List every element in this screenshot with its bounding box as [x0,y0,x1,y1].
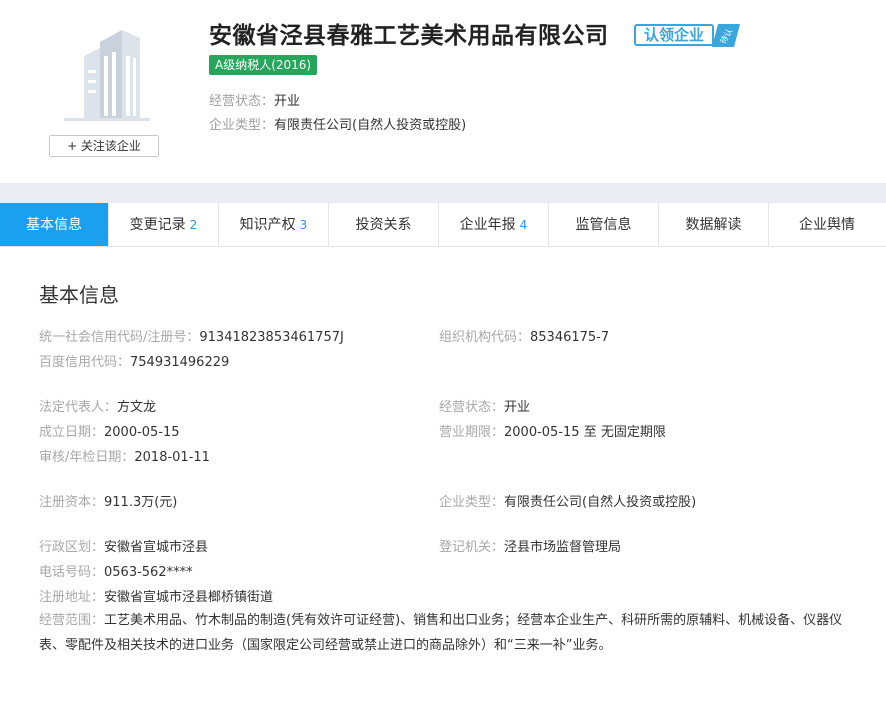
tab-count: 3 [299,218,308,232]
field-biz-status: 经营状态：开业 [439,400,531,415]
company-header: + 关注该企业 安徽省泾县春雅工艺美术用品有限公司 认领企业 待认 A级纳税人(… [0,0,886,183]
separator-band [0,183,886,203]
header-status-label: 经营状态： [209,94,275,109]
field-authority: 登记机关：泾县市场监督管理局 [439,540,622,555]
tab-data-insight[interactable]: 数据解读 [659,203,769,246]
claim-company-label: 认领企业 [634,24,714,46]
field-legal-rep: 法定代表人：方文龙 [39,400,157,415]
tab-annual-report[interactable]: 企业年报 4 [439,203,549,246]
tab-regulatory[interactable]: 监管信息 [549,203,659,246]
field-phone: 电话号码：0563-562**** [39,565,193,580]
field-ent-type: 企业类型：有限责任公司(自然人投资或控股) [439,495,697,510]
follow-company-button[interactable]: + 关注该企业 [49,135,159,157]
tab-count: 4 [519,218,528,232]
tab-ip[interactable]: 知识产权 3 [219,203,329,246]
tab-basic-info[interactable]: 基本信息 [0,203,109,246]
claim-tag-icon: 待认 [712,24,740,47]
header-status-line: 经营状态：开业 [209,90,300,109]
field-address: 注册地址：安徽省宣城市泾县榔桥镇街道 [39,590,274,605]
field-credit-code: 统一社会信用代码/注册号：91341823853461757J [39,330,344,345]
field-biz-term: 营业期限：2000-05-15 至 无固定期限 [439,425,666,440]
header-type-line: 企业类型：有限责任公司(自然人投资或控股) [209,114,466,133]
field-capital: 注册资本：911.3万(元) [39,495,178,510]
header-type-label: 企业类型： [209,118,275,133]
tab-count: 2 [189,218,198,232]
tax-rating-badge: A级纳税人(2016) [209,55,318,75]
claim-company-badge[interactable]: 认领企业 待认 [632,22,740,48]
tab-change-records[interactable]: 变更记录 2 [109,203,219,246]
company-logo-placeholder [50,20,158,130]
field-business-scope: 经营范围：工艺美术用品、竹木制品的制造(凭有效许可证经营)、销售和出口业务；经营… [39,613,843,653]
field-audit-date: 审核/年检日期：2018-01-11 [39,450,210,465]
field-org-code: 组织机构代码：85346175-7 [439,330,610,345]
tab-public-opinion[interactable]: 企业舆情 [769,203,885,246]
header-status-value: 开业 [274,94,301,109]
section-title: 基本信息 [39,283,119,307]
company-name: 安徽省泾县春雅工艺美术用品有限公司 [209,23,609,49]
tab-bar: 基本信息 变更记录 2 知识产权 3 投资关系 企业年报 4 监管信息 数据解读 企业… [0,203,886,247]
field-baidu-code: 百度信用代码：754931496229 [39,355,230,370]
tab-investment[interactable]: 投资关系 [329,203,439,246]
field-region: 行政区划：安徽省宣城市泾县 [39,540,209,555]
field-found-date: 成立日期：2000-05-15 [39,425,180,440]
header-type-value: 有限责任公司(自然人投资或控股) [274,118,467,133]
building-icon [64,30,150,121]
